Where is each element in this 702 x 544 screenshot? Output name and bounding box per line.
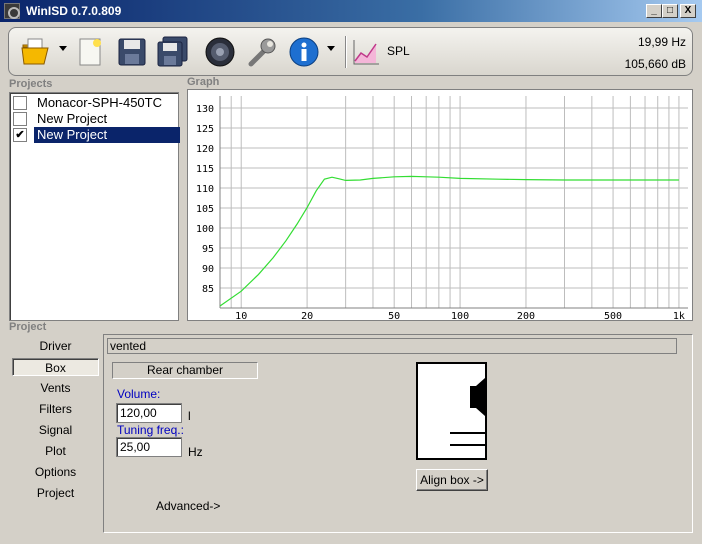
spl-label[interactable]: SPL [387,44,410,58]
app-icon[interactable] [4,3,20,19]
project-item[interactable]: Monacor-SPH-450TC [12,95,178,111]
tab-box[interactable]: Box [12,358,99,376]
project-checkbox[interactable] [13,96,27,110]
project-checkbox[interactable] [13,112,27,126]
y-tick-label: 105 [196,204,214,215]
save-icon[interactable] [115,35,149,69]
toolbar-separator [345,36,347,68]
project-name: New Project [37,111,108,126]
y-tick-label: 85 [202,284,214,295]
frequency-readout: 19,99 Hz [637,35,686,49]
x-tick-label: 200 [517,311,535,320]
graph-group-label: Graph [187,76,220,88]
x-tick-label: 1k [673,311,685,320]
project-checkbox-checked[interactable]: ✔ [13,128,27,142]
tuning-freq-unit: Hz [188,445,203,459]
window-title: WinISD 0.7.0.809 [26,4,122,18]
advanced-button[interactable]: Advanced-> [156,499,220,513]
spl-response-line [219,175,679,307]
level-readout: 105,660 dB [624,57,686,71]
tab-vents[interactable]: Vents [12,379,99,397]
open-dropdown-arrow-icon[interactable] [59,46,67,52]
project-name: New Project [34,127,180,143]
tab-options[interactable]: Options [12,463,99,481]
project-group-label: Project [9,321,47,333]
volume-input[interactable]: 120,00 [116,403,182,423]
x-tick-label: 20 [301,311,313,320]
spl-chart[interactable]: 85 90 95 100 105 110 115 120 125 130 10 20 50 100 200 5… [188,90,692,322]
project-item-selected[interactable]: ✔ New Project [12,127,180,143]
tuning-freq-label: Tuning freq.: [117,423,184,437]
tab-driver[interactable]: Driver [12,337,99,355]
box-type-field[interactable]: vented [107,338,677,354]
tab-filters[interactable]: Filters [12,400,99,418]
vented-box-drawing [450,378,485,446]
open-folder-icon[interactable] [19,35,53,69]
x-tick-label: 100 [451,311,469,320]
volume-label: Volume: [117,387,161,401]
tab-signal[interactable]: Signal [12,421,99,439]
box-diagram [416,362,487,460]
maximize-button[interactable]: □ [662,4,678,18]
volume-unit: l [188,409,191,423]
y-tick-label: 130 [196,104,214,115]
info-icon[interactable] [287,35,321,69]
wrench-icon[interactable] [245,35,279,69]
speaker-icon[interactable] [203,35,237,69]
y-tick-label: 95 [202,244,214,255]
y-tick-label: 120 [196,144,214,155]
minimize-button[interactable]: _ [646,4,662,18]
x-tick-label: 50 [388,311,400,320]
project-item[interactable]: New Project [12,111,178,127]
project-name: Monacor-SPH-450TC [37,95,162,110]
align-box-button[interactable]: Align box -> [416,469,488,491]
rear-chamber-group: Rear chamber [112,362,258,379]
spl-graph-icon[interactable] [349,35,383,69]
y-tick-label: 125 [196,124,214,135]
new-document-icon[interactable] [73,35,107,69]
x-tick-label: 500 [604,311,622,320]
info-dropdown-arrow-icon[interactable] [327,46,335,52]
tab-project[interactable]: Project [12,484,99,502]
y-tick-label: 90 [202,264,214,275]
y-tick-label: 110 [196,184,214,195]
title-bar[interactable]: WinISD 0.7.0.809 _ □ X [0,0,702,22]
y-tick-label: 115 [196,164,214,175]
save-all-icon[interactable] [155,35,189,69]
toolbar: SPL 19,99 Hz 105,660 dB [8,27,693,76]
close-button[interactable]: X [680,4,696,18]
projects-group-label: Projects [9,78,53,90]
x-tick-label: 10 [235,311,247,320]
projects-list[interactable]: Monacor-SPH-450TC New Project ✔ New Proj… [9,92,180,321]
tuning-freq-input[interactable]: 25,00 [116,437,182,457]
y-tick-label: 100 [196,224,214,235]
tab-plot[interactable]: Plot [12,442,99,460]
spl-graph[interactable]: 85 90 95 100 105 110 115 120 125 130 10 20 50 100 200 5… [187,89,693,322]
